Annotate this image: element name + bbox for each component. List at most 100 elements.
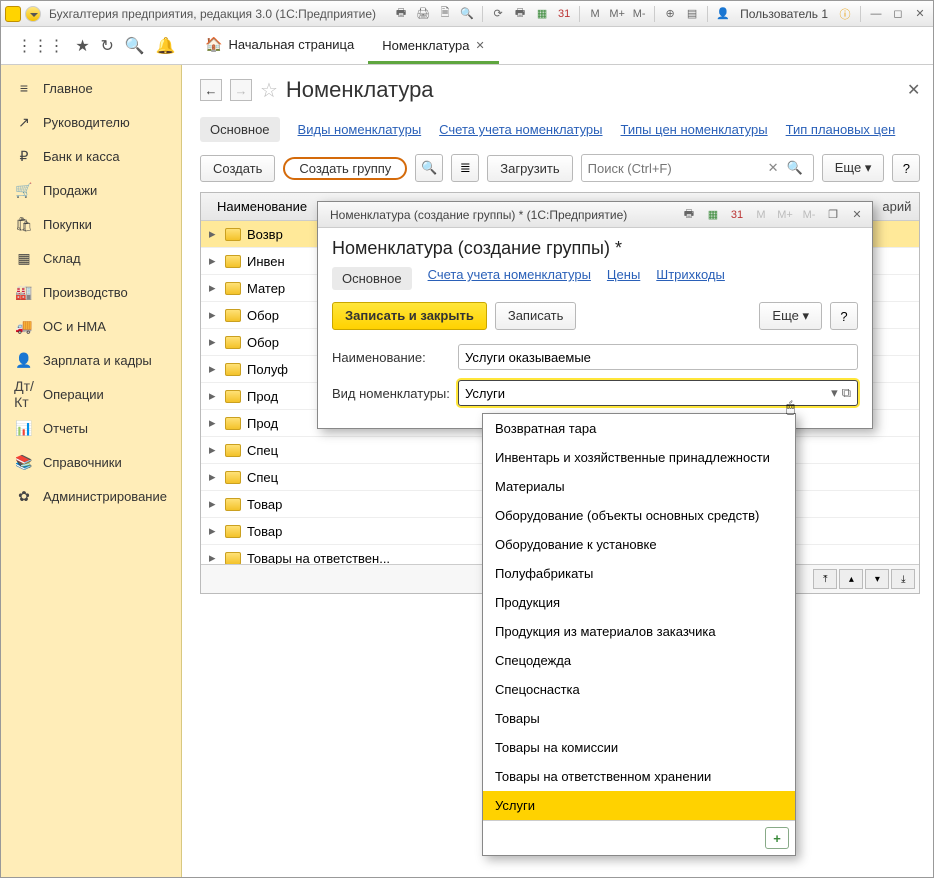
expand-icon[interactable]: ▸ <box>209 253 219 269</box>
add-item-button[interactable]: + <box>765 827 789 849</box>
save-button[interactable]: Записать <box>495 302 577 330</box>
tab-nomenclature[interactable]: Номенклатура ✕ <box>368 30 498 64</box>
dropdown-item[interactable]: Спецодежда <box>483 646 795 675</box>
dropdown-item[interactable]: Товары <box>483 704 795 733</box>
page-favorite-icon[interactable]: ☆ <box>260 78 278 103</box>
goto-last-button[interactable]: ⤓ <box>891 569 915 589</box>
name-input[interactable] <box>465 350 851 365</box>
dropdown-item[interactable]: Товары на ответственном хранении <box>483 762 795 791</box>
dropdown-item[interactable]: Услуги <box>483 791 795 820</box>
go-up-button[interactable]: ▴ <box>839 569 863 589</box>
dropdown-item[interactable]: Возвратная тара <box>483 414 795 443</box>
calendar-icon[interactable]: ▦ <box>704 206 722 224</box>
dropdown-item[interactable]: Инвентарь и хозяйственные принадлежности <box>483 443 795 472</box>
expand-icon[interactable]: ▸ <box>209 280 219 296</box>
sidebar-item-8[interactable]: 👤Зарплата и кадры <box>1 343 181 377</box>
find-button[interactable]: 🔍 <box>415 154 443 182</box>
subnav-item[interactable]: Тип плановых цен <box>786 122 896 137</box>
sidebar-item-3[interactable]: 🛒Продажи <box>1 173 181 207</box>
expand-icon[interactable]: ⧉ <box>842 385 851 401</box>
dropdown-item[interactable]: Товары на комиссии <box>483 733 795 762</box>
expand-icon[interactable]: ▸ <box>209 307 219 323</box>
search-icon[interactable]: 🔍 <box>125 36 145 56</box>
sidebar-item-11[interactable]: 📚Справочники <box>1 445 181 479</box>
mplus-icon[interactable]: M+ <box>776 206 794 224</box>
expand-icon[interactable]: ▸ <box>209 388 219 404</box>
mminus-icon[interactable]: M- <box>800 206 818 224</box>
sidebar-item-7[interactable]: 🚚ОС и НМА <box>1 309 181 343</box>
sidebar-item-12[interactable]: ✿Администрирование <box>1 479 181 513</box>
apps-icon[interactable]: ⋮⋮⋮ <box>16 36 64 56</box>
zoom-icon[interactable]: ⊕ <box>661 5 679 23</box>
calendar31-icon[interactable]: 31 <box>728 206 746 224</box>
expand-icon[interactable]: ▸ <box>209 442 219 458</box>
type-input[interactable] <box>465 386 831 401</box>
tab-close-icon[interactable]: ✕ <box>475 39 484 52</box>
main-menu-caret[interactable] <box>25 6 41 22</box>
modal-help-button[interactable]: ? <box>830 302 858 330</box>
doc-icon[interactable]: 🗎 <box>436 5 454 23</box>
sidebar-item-10[interactable]: 📊Отчеты <box>1 411 181 445</box>
subnav-item[interactable]: Счета учета номенклатуры <box>439 122 602 137</box>
clear-search-icon[interactable]: ✕ <box>764 160 783 176</box>
close-icon[interactable]: ✕ <box>911 5 929 23</box>
expand-icon[interactable]: ▸ <box>209 469 219 485</box>
expand-icon[interactable]: ▸ <box>209 226 219 242</box>
help-button[interactable]: ? <box>892 154 920 182</box>
more-button[interactable]: Еще ▾ <box>822 154 885 182</box>
preview-icon[interactable]: 🔍 <box>458 5 476 23</box>
subnav-item[interactable]: Типы цен номенклатуры <box>621 122 768 137</box>
memory-mplus[interactable]: M+ <box>608 5 626 23</box>
dropdown-item[interactable]: Спецоснастка <box>483 675 795 704</box>
modal-subnav-item[interactable]: Счета учета номенклатуры <box>428 267 591 290</box>
print3-icon[interactable]: 🖶 <box>511 5 529 23</box>
expand-icon[interactable]: ▸ <box>209 361 219 377</box>
m-icon[interactable]: M <box>752 206 770 224</box>
search-do-icon[interactable]: 🔍 <box>783 160 807 176</box>
expand-icon[interactable]: ▸ <box>209 523 219 539</box>
dropdown-item[interactable]: Материалы <box>483 472 795 501</box>
minimize-icon[interactable]: — <box>867 5 885 23</box>
restore-icon[interactable]: ❐ <box>824 206 842 224</box>
refresh-icon[interactable]: ⟳ <box>489 5 507 23</box>
subnav-item[interactable]: Виды номенклатуры <box>298 122 422 137</box>
print-icon[interactable]: 🖶 <box>392 5 410 23</box>
sidebar-item-4[interactable]: 🛍Покупки <box>1 207 181 241</box>
memory-m[interactable]: M <box>586 5 604 23</box>
modal-subnav-item[interactable]: Основное <box>332 267 412 290</box>
calendar31-icon[interactable]: 31 <box>555 5 573 23</box>
sidebar-item-0[interactable]: ≡Главное <box>1 71 181 105</box>
subnav-item[interactable]: Основное <box>200 117 280 142</box>
modal-subnav-item[interactable]: Цены <box>607 267 640 290</box>
dropdown-item[interactable]: Продукция <box>483 588 795 617</box>
search-input[interactable] <box>588 161 764 176</box>
bell-icon[interactable]: 🔔 <box>156 36 176 56</box>
sidebar-item-1[interactable]: ↗Руководителю <box>1 105 181 139</box>
sidebar-item-6[interactable]: 🏭Производство <box>1 275 181 309</box>
dropdown-item[interactable]: Оборудование к установке <box>483 530 795 559</box>
modal-more-button[interactable]: Еще ▾ <box>759 302 822 330</box>
tasks-icon[interactable]: ▤ <box>683 5 701 23</box>
favorite-icon[interactable]: ★ <box>75 36 89 56</box>
create-button[interactable]: Создать <box>200 155 275 182</box>
dropdown-item[interactable]: Продукция из материалов заказчика <box>483 617 795 646</box>
modal-close-icon[interactable]: ✕ <box>848 206 866 224</box>
tab-home[interactable]: 🏠 Начальная страница <box>191 28 368 64</box>
expand-icon[interactable]: ▸ <box>209 415 219 431</box>
back-button[interactable]: ← <box>200 79 222 101</box>
expand-icon[interactable]: ▸ <box>209 496 219 512</box>
modal-subnav-item[interactable]: Штрихкоды <box>656 267 725 290</box>
create-group-button[interactable]: Создать группу <box>287 156 403 181</box>
memory-mminus[interactable]: M- <box>630 5 648 23</box>
expand-icon[interactable]: ▸ <box>209 334 219 350</box>
list-mode-button[interactable]: ≣ <box>451 154 479 182</box>
dropdown-caret-icon[interactable]: ▾ <box>831 385 838 401</box>
go-down-button[interactable]: ▾ <box>865 569 889 589</box>
history-icon[interactable]: ↻ <box>101 36 114 56</box>
load-button[interactable]: Загрузить <box>487 155 572 182</box>
print-icon[interactable]: 🖶 <box>680 206 698 224</box>
forward-button[interactable]: → <box>230 79 252 101</box>
info-icon[interactable]: ⓘ <box>836 5 854 23</box>
sidebar-item-2[interactable]: ₽Банк и касса <box>1 139 181 173</box>
maximize-icon[interactable]: ◻ <box>889 5 907 23</box>
